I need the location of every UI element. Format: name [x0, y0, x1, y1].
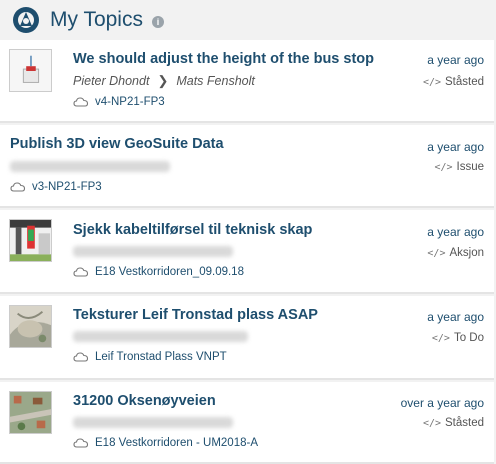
- topic-title[interactable]: Teksturer Leif Tronstad plass ASAP: [73, 307, 318, 323]
- topic-time: a year ago: [427, 53, 484, 67]
- topic-project[interactable]: Leif Tronstad Plass VNPT: [73, 351, 227, 363]
- page-header: My Topics i: [0, 0, 496, 40]
- plaza-model-thumbnail: [9, 305, 52, 348]
- topic-project[interactable]: E18 Vestkorridoren_09.09.18: [73, 266, 244, 278]
- code-icon: </>: [434, 161, 453, 173]
- app-logo-icon: [13, 7, 39, 33]
- topic-title[interactable]: Sjekk kabeltilførsel til teknisk skap: [73, 222, 312, 238]
- topic-item[interactable]: Sjekk kabeltilførsel til teknisk skap E1…: [0, 210, 494, 294]
- topic-time: over a year ago: [400, 396, 484, 410]
- code-icon: </>: [422, 417, 441, 429]
- cloud-icon: [73, 266, 89, 278]
- redacted-persons: [73, 417, 233, 428]
- assignee-name: Mats Fensholt: [176, 74, 255, 88]
- topic-time: a year ago: [427, 225, 484, 239]
- redacted-persons: [73, 331, 248, 342]
- topic-status: </> Issue: [434, 161, 484, 173]
- topic-item[interactable]: Publish 3D view GeoSuite Data v3-NP21-FP…: [0, 125, 494, 208]
- project-name: v3-NP21-FP3: [32, 181, 102, 193]
- chevron-right-icon: ❯: [157, 73, 169, 88]
- status-label: Ståsted: [445, 417, 484, 429]
- topic-project[interactable]: E18 Vestkorridoren - UM2018-A: [73, 437, 258, 449]
- topic-item[interactable]: Teksturer Leif Tronstad plass ASAP Leif …: [0, 296, 494, 380]
- redacted-persons: [73, 246, 233, 257]
- topic-status: </> To Do: [432, 332, 484, 344]
- pin-model-thumbnail: [9, 49, 52, 92]
- topic-project[interactable]: v4-NP21-FP3: [73, 96, 165, 108]
- topic-item[interactable]: 31200 Oksenøyveien E18 Vestkorridoren - …: [0, 382, 494, 464]
- topic-title[interactable]: Publish 3D view GeoSuite Data: [10, 136, 224, 152]
- topic-status: </> Ståsted: [423, 76, 484, 88]
- cloud-icon: [10, 181, 26, 193]
- topic-title[interactable]: We should adjust the height of the bus s…: [73, 51, 374, 67]
- topic-time: a year ago: [427, 140, 484, 154]
- topic-time: a year ago: [427, 310, 484, 324]
- code-icon: </>: [422, 76, 441, 88]
- topic-status: </> Ståsted: [423, 417, 484, 429]
- cabinet-model-thumbnail: [9, 219, 52, 262]
- topic-title[interactable]: 31200 Oksenøyveien: [73, 393, 216, 409]
- status-label: Ståsted: [445, 76, 484, 88]
- info-icon[interactable]: i: [151, 15, 164, 28]
- status-label: To Do: [453, 332, 484, 344]
- topic-item[interactable]: We should adjust the height of the bus s…: [0, 40, 494, 123]
- topic-project[interactable]: v3-NP21-FP3: [10, 181, 102, 193]
- cloud-icon: [73, 437, 89, 449]
- code-icon: </>: [427, 247, 446, 259]
- project-name: v4-NP21-FP3: [95, 96, 165, 108]
- author-name: Pieter Dhondt: [73, 74, 150, 88]
- redacted-persons: [10, 161, 170, 172]
- aerial-model-thumbnail: [9, 391, 52, 434]
- page-title: My Topics: [50, 8, 143, 31]
- code-icon: </>: [431, 332, 450, 344]
- project-name: E18 Vestkorridoren_09.09.18: [95, 266, 244, 278]
- project-name: Leif Tronstad Plass VNPT: [95, 351, 227, 363]
- topic-persons: Pieter Dhondt ❯ Mats Fensholt: [73, 73, 255, 89]
- cloud-icon: [73, 351, 89, 363]
- cloud-icon: [73, 96, 89, 108]
- status-label: Aksjon: [449, 247, 484, 259]
- project-name: E18 Vestkorridoren - UM2018-A: [95, 437, 258, 449]
- topic-status: </> Aksjon: [427, 247, 484, 259]
- status-label: Issue: [456, 161, 485, 173]
